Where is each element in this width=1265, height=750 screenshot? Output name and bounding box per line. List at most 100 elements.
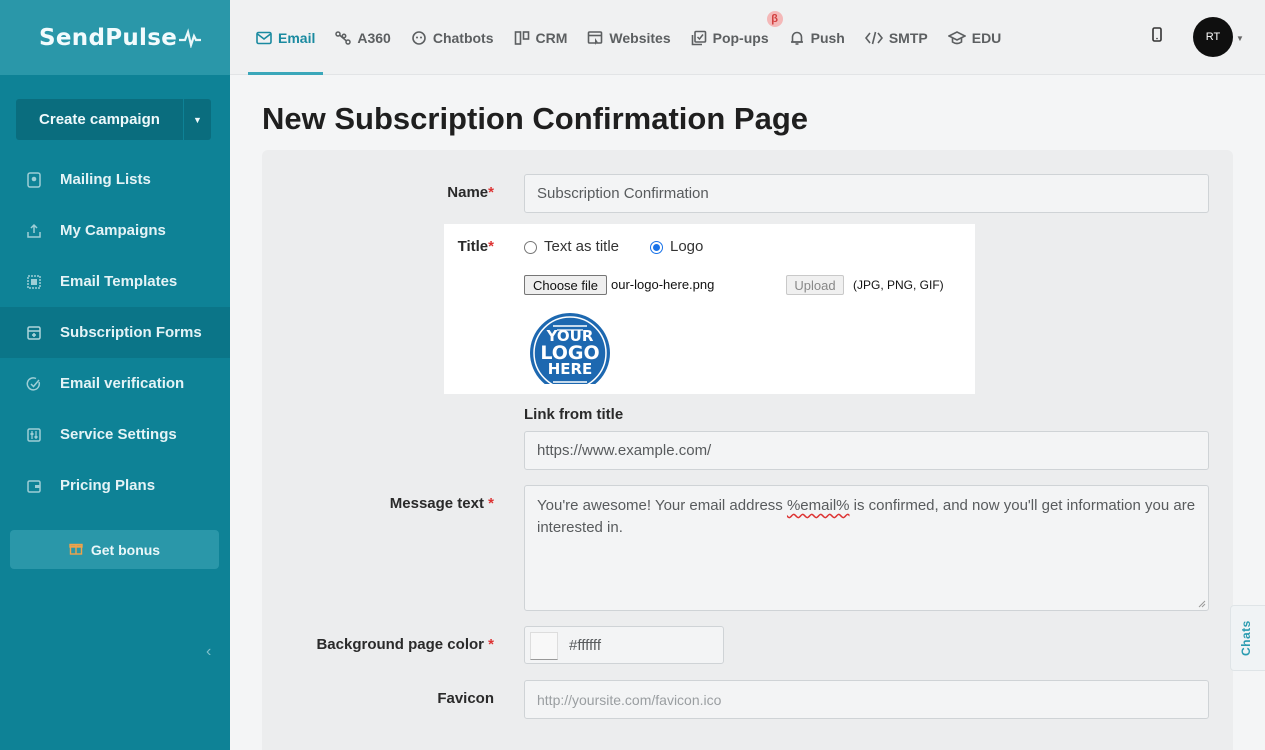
color-swatch[interactable]: [530, 632, 558, 660]
sidebar-item-label: Subscription Forms: [60, 324, 202, 341]
logo-preview-text: YOUR LOGO HERE: [529, 329, 611, 377]
form-icon: [25, 324, 43, 342]
sidebar-item-service-settings[interactable]: Service Settings: [0, 409, 230, 460]
sidebar-item-label: Pricing Plans: [60, 477, 156, 494]
website-icon: [587, 30, 603, 46]
top-navigation-bar: Email A360 Chatbots CRM Websites Pop-ups…: [230, 0, 1265, 75]
mobile-app-icon[interactable]: [1152, 27, 1162, 48]
color-hex-value: #ffffff: [569, 637, 601, 654]
collapse-sidebar-icon[interactable]: ‹: [206, 643, 211, 661]
name-label: Name*: [447, 184, 494, 201]
tab-email[interactable]: Email: [247, 0, 324, 75]
text-as-title-label[interactable]: Text as title: [544, 238, 619, 255]
sidebar-item-my-campaigns[interactable]: My Campaigns: [0, 205, 230, 256]
create-campaign-button[interactable]: Create campaign ▼: [16, 99, 211, 140]
tab-push[interactable]: Push: [789, 0, 845, 75]
beta-badge: β: [766, 11, 783, 27]
text-as-title-radio[interactable]: [524, 241, 537, 254]
template-icon: [25, 273, 43, 291]
title-label: Title*: [457, 238, 494, 255]
sidebar-item-label: Email verification: [60, 375, 185, 392]
tab-label: SMTP: [888, 29, 928, 46]
background-color-label: Background page color *: [316, 636, 494, 653]
logo-text: SendPulse: [39, 24, 178, 51]
account-menu-chevron-icon[interactable]: ▼: [1236, 34, 1244, 43]
email-token: %email%: [786, 497, 850, 514]
logo-radio[interactable]: [650, 241, 663, 254]
selected-file-name: our-logo-here.png: [611, 277, 715, 292]
tab-label: Pop-ups: [712, 29, 769, 46]
message-text-area[interactable]: You're awesome! Your email address %emai…: [524, 485, 1209, 611]
name-input[interactable]: Subscription Confirmation: [524, 174, 1209, 213]
background-color-field[interactable]: #ffffff: [524, 626, 724, 664]
check-circle-icon: [25, 375, 43, 393]
background-color-label-text: Background page color: [316, 636, 484, 653]
get-bonus-label: Get bonus: [90, 541, 161, 558]
user-avatar[interactable]: RT: [1193, 17, 1233, 57]
sliders-icon: [25, 426, 43, 444]
tab-pop-ups[interactable]: Pop-ups β: [691, 0, 783, 75]
tab-crm[interactable]: CRM: [514, 0, 568, 75]
sidebar-item-pricing-plans[interactable]: Pricing Plans: [0, 460, 230, 511]
avatar-initials: RT: [1205, 31, 1221, 43]
sidebar-item-email-verification[interactable]: Email verification: [0, 358, 230, 409]
envelope-icon: [256, 31, 272, 45]
sidebar-item-label: Service Settings: [60, 426, 177, 443]
create-campaign-label: Create campaign: [39, 111, 160, 128]
sidebar-item-email-templates[interactable]: Email Templates: [0, 256, 230, 307]
address-book-icon: [25, 171, 43, 189]
upload-button[interactable]: Upload: [786, 275, 844, 295]
favicon-label: Favicon: [437, 690, 494, 707]
wallet-icon: [25, 477, 43, 495]
crm-board-icon: [514, 30, 530, 46]
tab-label: Chatbots: [432, 29, 494, 46]
link-from-title-input[interactable]: https://www.example.com/: [524, 431, 1209, 470]
tab-edu[interactable]: EDU: [947, 0, 1002, 75]
message-text-part-1: You're awesome! Your email address: [537, 497, 787, 514]
link-from-title-label: Link from title: [524, 406, 624, 423]
resize-handle-icon[interactable]: [1198, 600, 1206, 608]
sidebar-nav: Mailing Lists My Campaigns Email Templat…: [0, 154, 230, 511]
tab-chatbots[interactable]: Chatbots: [411, 0, 494, 75]
tab-label: CRM: [535, 29, 568, 46]
name-label-text: Name: [447, 184, 489, 201]
bell-icon: [789, 30, 805, 46]
title-label-text: Title: [457, 238, 489, 255]
allowed-formats-hint: (JPG, PNG, GIF): [853, 278, 944, 292]
page-title: New Subscription Confirmation Page: [262, 101, 808, 136]
sidebar-item-subscription-forms[interactable]: Subscription Forms: [0, 307, 230, 358]
tab-websites[interactable]: Websites: [587, 0, 671, 75]
logo-radio-label[interactable]: Logo: [670, 238, 703, 255]
chats-tab-label: Chats: [1239, 620, 1253, 656]
nodes-icon: [335, 30, 352, 45]
message-text-label-text: Message text: [389, 495, 484, 512]
tab-label: EDU: [971, 29, 1002, 46]
panel-edge: [1233, 274, 1259, 357]
tab-label: Email: [278, 29, 316, 46]
pulse-icon: [179, 27, 202, 48]
gift-icon: [69, 541, 83, 558]
chats-widget-tab[interactable]: Chats: [1230, 605, 1265, 671]
graduation-cap-icon: [947, 30, 966, 46]
create-campaign-dropdown-icon[interactable]: ▼: [183, 99, 211, 140]
sidebar-item-label: Mailing Lists: [60, 171, 151, 188]
brand-logo[interactable]: SendPulse: [0, 0, 230, 75]
product-nav: Email A360 Chatbots CRM Websites Pop-ups…: [247, 0, 1021, 75]
tab-smtp[interactable]: SMTP: [864, 0, 928, 75]
tab-label: Websites: [609, 29, 671, 46]
tab-label: Push: [810, 29, 845, 46]
popup-icon: [691, 30, 707, 46]
sidebar-item-mailing-lists[interactable]: Mailing Lists: [0, 154, 230, 205]
message-text-label: Message text *: [389, 495, 494, 512]
tab-a360[interactable]: A360: [335, 0, 391, 75]
sidebar-item-label: My Campaigns: [60, 222, 166, 239]
logo-preview-line-3: HERE: [547, 360, 593, 378]
logo-preview-image: YOUR LOGO HERE: [529, 312, 611, 384]
get-bonus-button[interactable]: Get bonus: [10, 530, 219, 569]
code-icon: [864, 31, 883, 45]
sidebar-item-label: Email Templates: [60, 273, 178, 290]
chat-bubble-icon: [411, 30, 427, 46]
favicon-input[interactable]: http://yoursite.com/favicon.ico: [524, 680, 1209, 719]
choose-file-button[interactable]: Choose file: [524, 275, 607, 295]
campaign-send-icon: [25, 222, 43, 240]
